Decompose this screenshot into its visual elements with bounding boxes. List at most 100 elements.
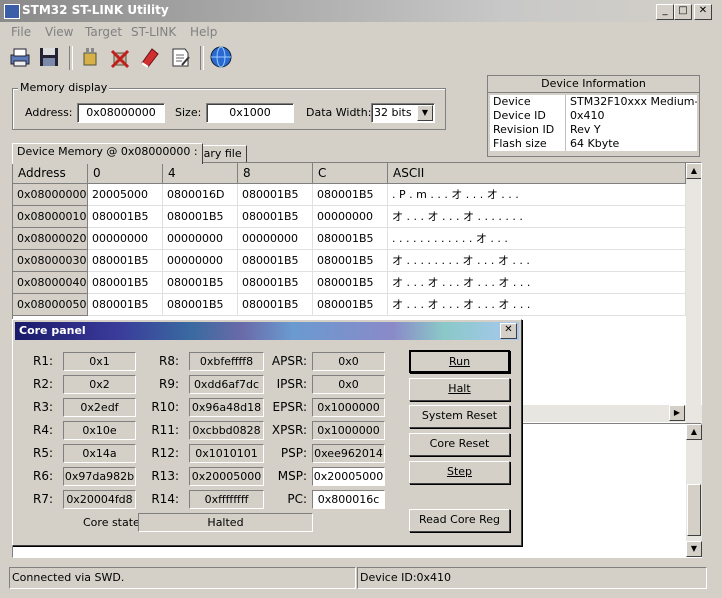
connect-icon[interactable] — [78, 45, 104, 71]
read-core-reg-button[interactable]: Read Core Reg — [409, 509, 510, 532]
data-cell[interactable]: 080001B5 — [313, 294, 388, 316]
column-header[interactable]: Address — [13, 163, 88, 184]
toolbar-separator — [69, 46, 73, 70]
menu-stlink[interactable]: ST-LINK — [131, 25, 176, 39]
menu-file[interactable]: File — [11, 25, 31, 39]
register-value: 0x14a — [63, 444, 136, 463]
ascii-cell[interactable]: オ . . . オ . . . オ . . . オ . . . — [388, 294, 686, 316]
ascii-cell[interactable]: オ . . . オ . . . オ . . . オ . . . — [388, 272, 686, 294]
address-cell: 0x08000000 — [13, 184, 88, 206]
chevron-down-icon[interactable]: ▼ — [417, 105, 433, 121]
register-value[interactable]: 0x20005000 — [312, 467, 385, 486]
data-cell[interactable]: 080001B5 — [238, 272, 313, 294]
size-input[interactable]: 0x1000 — [206, 103, 294, 123]
core-reset-button[interactable]: Core Reset — [409, 433, 510, 456]
data-cell[interactable]: 080001B5 — [163, 294, 238, 316]
data-cell[interactable]: 20005000 — [88, 184, 163, 206]
run-button[interactable]: Run — [409, 350, 510, 373]
register-value: 0xbfeffff8 — [189, 352, 264, 371]
data-cell[interactable]: 080001B5 — [238, 184, 313, 206]
data-cell[interactable]: 080001B5 — [88, 272, 163, 294]
data-cell[interactable]: 080001B5 — [313, 250, 388, 272]
close-button[interactable]: ✕ — [694, 4, 712, 20]
data-cell[interactable]: 00000000 — [313, 206, 388, 228]
minimize-button[interactable]: _ — [656, 4, 674, 20]
data-cell[interactable]: 080001B5 — [88, 250, 163, 272]
register-value[interactable]: 0x800016c — [312, 490, 385, 509]
column-header[interactable]: C — [313, 163, 388, 184]
ascii-cell[interactable]: オ . . . . . . . . オ . . . オ . . . — [388, 250, 686, 272]
table-row[interactable]: 0x08000040 080001B5 080001B5 080001B5 080001… — [13, 272, 701, 294]
menu-view[interactable]: View — [45, 25, 73, 39]
app-icon — [4, 4, 20, 19]
table-row[interactable]: 0x08000010 080001B5 080001B5 080001B5 000000… — [13, 206, 701, 228]
data-cell[interactable]: 080001B5 — [313, 184, 388, 206]
column-header[interactable]: 4 — [163, 163, 238, 184]
column-header[interactable]: 8 — [238, 163, 313, 184]
tab-device-memory[interactable]: Device Memory @ 0x08000000 : — [12, 143, 203, 164]
device-info-value: 0x410 — [570, 109, 605, 122]
column-header[interactable]: ASCII — [388, 163, 686, 184]
table-row[interactable]: 0x08000030 080001B5 00000000 080001B5 080001… — [13, 250, 701, 272]
data-cell[interactable]: 080001B5 — [88, 206, 163, 228]
step-button[interactable]: Step — [409, 461, 510, 484]
data-cell[interactable]: 00000000 — [163, 228, 238, 250]
system-reset-button-label: System Reset — [421, 409, 498, 422]
ascii-cell[interactable]: オ . . . オ . . . オ . . . . . . . — [388, 206, 686, 228]
data-cell[interactable]: 00000000 — [238, 228, 313, 250]
register-value: 0xffffffff — [189, 490, 264, 509]
data-cell[interactable]: 080001B5 — [238, 206, 313, 228]
disk-icon[interactable] — [37, 45, 63, 71]
scroll-right-icon[interactable]: ▶ — [669, 405, 685, 421]
register-value: 0x1000000 — [312, 398, 385, 417]
data-cell[interactable]: 080001B5 — [163, 272, 238, 294]
register-value: 0x1000000 — [312, 421, 385, 440]
disconnect-icon[interactable] — [108, 45, 134, 71]
data-cell[interactable]: 080001B5 — [313, 228, 388, 250]
system-reset-button[interactable]: System Reset — [409, 405, 510, 428]
scroll-thumb[interactable] — [687, 484, 701, 536]
register-value: 0x20005000 — [189, 467, 264, 486]
data-cell[interactable]: 080001B5 — [88, 294, 163, 316]
data-cell[interactable]: 0800016D — [163, 184, 238, 206]
device-info-row: Flash size 64 Kbyte — [490, 137, 697, 151]
program-icon[interactable] — [168, 45, 194, 71]
data-cell[interactable]: 080001B5 — [238, 250, 313, 272]
log-scrollbar[interactable]: ▲ ▼ — [686, 424, 702, 557]
scroll-down-icon[interactable]: ▼ — [686, 541, 702, 557]
erase-icon[interactable] — [138, 45, 164, 71]
menu-bar: File View Target ST-LINK Help — [0, 22, 722, 42]
table-row[interactable]: 0x08000050 080001B5 080001B5 080001B5 080001… — [13, 294, 701, 316]
web-icon[interactable] — [209, 45, 235, 71]
ascii-cell[interactable]: . . . . . . . . . . . . オ . . . — [388, 228, 686, 250]
scroll-up-icon[interactable]: ▲ — [686, 163, 701, 179]
core-panel-title-bar: Core panel ✕ — [15, 322, 519, 340]
ascii-cell[interactable]: . P . m . . . オ . . . オ . . . — [388, 184, 686, 206]
data-cell[interactable]: 080001B5 — [313, 272, 388, 294]
data-cell[interactable]: 080001B5 — [163, 206, 238, 228]
halt-button[interactable]: Halt — [409, 378, 510, 401]
address-cell: 0x08000040 — [13, 272, 88, 294]
register-label: R2: — [32, 377, 53, 391]
core-panel-dialog: Core panel ✕ R1: 0x1 R2: 0x2 R3: 0x2edf R4: 0x1… — [12, 319, 522, 546]
close-icon[interactable]: ✕ — [500, 323, 517, 339]
register-label: R13: — [151, 469, 179, 483]
address-input[interactable]: 0x08000000 — [77, 103, 165, 123]
maximize-button[interactable]: □ — [674, 4, 692, 20]
data-width-select[interactable]: 32 bits ▼ — [371, 103, 435, 123]
menu-help[interactable]: Help — [190, 25, 217, 39]
toolbar — [0, 42, 722, 74]
table-row[interactable]: 0x08000000 20005000 0800016D 080001B5 080001… — [13, 184, 701, 206]
column-header[interactable]: 0 — [88, 163, 163, 184]
register-label: R14: — [151, 492, 179, 506]
address-cell: 0x08000030 — [13, 250, 88, 272]
save-icon[interactable] — [8, 45, 34, 71]
data-cell[interactable]: 00000000 — [163, 250, 238, 272]
table-row[interactable]: 0x08000020 00000000 00000000 00000000 080001… — [13, 228, 701, 250]
scroll-up-icon[interactable]: ▲ — [686, 424, 702, 440]
memory-scrollbar[interactable]: ▲ — [686, 163, 701, 423]
data-cell[interactable]: 00000000 — [88, 228, 163, 250]
data-cell[interactable]: 080001B5 — [238, 294, 313, 316]
menu-target[interactable]: Target — [85, 25, 122, 39]
register-value: 0x1010101 — [189, 444, 264, 463]
